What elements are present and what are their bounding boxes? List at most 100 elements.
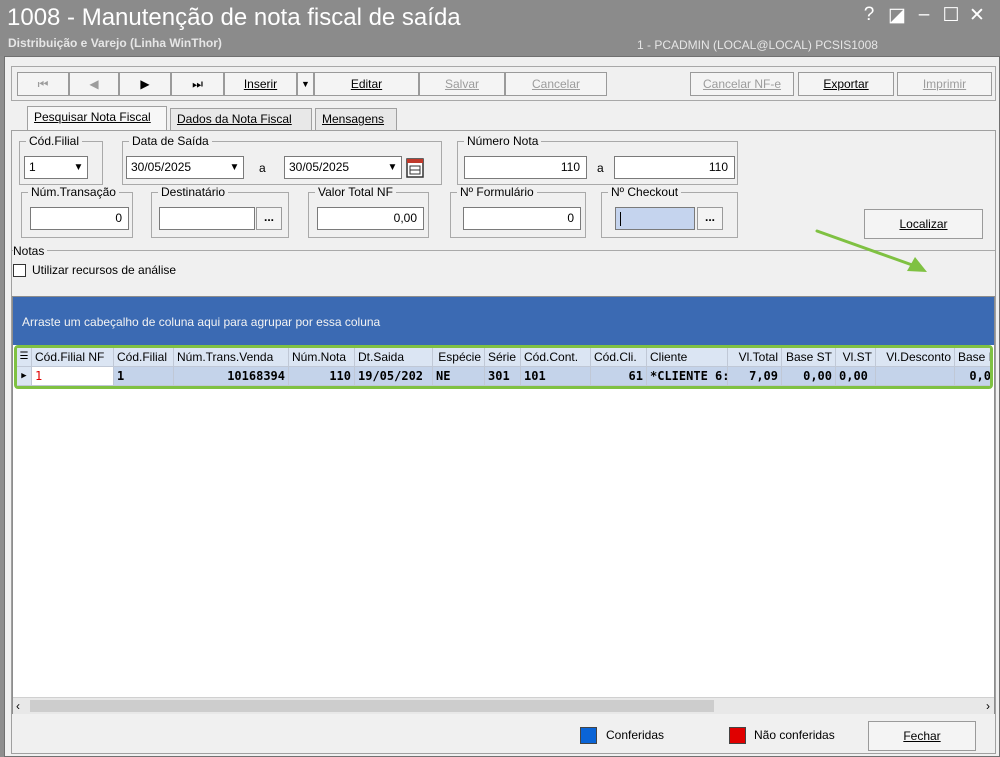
exportar-label: Exportar	[823, 77, 869, 91]
restore-icon[interactable]: ◪	[886, 4, 908, 27]
horizontal-scrollbar[interactable]: ‹ ›	[13, 697, 994, 714]
grid-cell[interactable]: 0,00	[836, 367, 876, 386]
table-row[interactable]: ▶ 1 1 10168394 110 19/05/202 NE 301 101 …	[17, 367, 990, 386]
column-header[interactable]: Vl.Desconto	[876, 348, 955, 367]
column-header[interactable]: Cliente	[647, 348, 728, 367]
num-transacao-label: Núm.Transação	[31, 185, 116, 199]
grid-menu-icon[interactable]: ☰	[17, 348, 32, 367]
title-bar: 1008 - Manutenção de nota fiscal de saíd…	[0, 0, 1000, 56]
editar-button[interactable]: Editar	[314, 72, 419, 96]
grid-cell[interactable]: 10168394	[174, 367, 289, 386]
cod-filial-label: Cód.Filial	[29, 134, 80, 148]
tab-pesquisar-nota-fiscal[interactable]: Pesquisar Nota Fiscal	[27, 106, 167, 131]
conferidas-swatch	[580, 727, 597, 744]
grid-cell[interactable]: 1	[114, 367, 174, 386]
text-cursor	[620, 211, 621, 226]
annotation-arrow-icon	[815, 229, 927, 272]
close-icon[interactable]: ✕	[966, 4, 988, 27]
numero-nota-separator: a	[597, 161, 604, 175]
checkout-label: Nº Checkout	[611, 185, 679, 199]
data-saida-from-value: 30/05/2025	[131, 160, 192, 174]
num-transacao-input[interactable]: 0	[30, 207, 129, 230]
column-header[interactable]: Vl.Total	[728, 348, 782, 367]
scroll-right-icon[interactable]: ›	[986, 698, 990, 714]
tab-dados-da-nota-fiscal[interactable]: Dados da Nota Fiscal	[170, 108, 312, 130]
notas-label: Notas	[13, 244, 48, 258]
prev-record-button[interactable]: ◀	[69, 72, 119, 96]
formulario-label: Nº Formulário	[460, 185, 534, 199]
data-saida-from-input[interactable]: 30/05/2025 ▼	[126, 156, 244, 179]
column-header[interactable]: Espécie	[433, 348, 485, 367]
imprimir-button[interactable]: Imprimir	[897, 72, 992, 96]
column-header[interactable]: Cód.Cont.	[521, 348, 591, 367]
inserir-dropdown-button[interactable]: ▼	[297, 72, 314, 96]
tab-label: Mensagens	[322, 112, 385, 126]
exportar-button[interactable]: Exportar	[798, 72, 894, 96]
salvar-button[interactable]: Salvar	[419, 72, 505, 96]
help-icon[interactable]: ?	[858, 4, 880, 26]
analise-checkbox[interactable]	[13, 264, 26, 277]
valor-total-input[interactable]: 0,00	[317, 207, 424, 230]
first-record-button[interactable]: ⏮	[17, 72, 69, 96]
formulario-input[interactable]: 0	[463, 207, 581, 230]
grid-cell[interactable]: *CLIENTE 6:	[647, 367, 728, 386]
column-header[interactable]: Cód.Cli.	[591, 348, 647, 367]
column-header[interactable]: Vl.ST	[836, 348, 876, 367]
grid-cell[interactable]: 101	[521, 367, 591, 386]
column-header[interactable]: Base ST	[782, 348, 836, 367]
last-icon: ⏭	[192, 77, 203, 91]
numero-nota-to-input[interactable]: 110	[614, 156, 735, 179]
column-header[interactable]: Cód.Filial NF	[32, 348, 114, 367]
scrollbar-thumb[interactable]	[30, 700, 714, 712]
destinatario-search-button[interactable]: ...	[256, 207, 282, 230]
grid-cell[interactable]: 301	[485, 367, 521, 386]
grid-cell[interactable]: 19/05/202	[355, 367, 433, 386]
ellipsis-icon: ...	[263, 210, 274, 224]
destinatario-input[interactable]	[159, 207, 255, 230]
column-header[interactable]: Dt.Saida	[355, 348, 433, 367]
cod-filial-value: 1	[29, 160, 36, 174]
column-header[interactable]: Núm.Trans.Venda	[174, 348, 289, 367]
last-record-button[interactable]: ⏭	[171, 72, 224, 96]
column-header[interactable]: Núm.Nota	[289, 348, 355, 367]
salvar-label: Salvar	[444, 77, 479, 91]
analise-label: Utilizar recursos de análise	[32, 263, 177, 277]
grid-cell[interactable]	[876, 367, 955, 386]
tab-mensagens[interactable]: Mensagens	[315, 108, 397, 130]
maximize-icon[interactable]: ☐	[940, 4, 962, 27]
cod-filial-select[interactable]: 1 ▼	[24, 156, 88, 179]
grid-cell[interactable]: 0,0	[955, 367, 990, 386]
checkout-search-button[interactable]: ...	[697, 207, 723, 230]
fechar-button[interactable]: Fechar	[868, 721, 976, 751]
grid-cell[interactable]: 61	[591, 367, 647, 386]
inserir-label: Inserir	[243, 77, 278, 91]
column-header[interactable]: Base I	[955, 348, 990, 367]
first-icon: ⏮	[37, 77, 49, 91]
numero-nota-from-input[interactable]: 110	[464, 156, 587, 179]
tab-label: Dados da Nota Fiscal	[177, 112, 292, 126]
minimize-icon[interactable]: –	[913, 4, 935, 26]
data-saida-to-input[interactable]: 30/05/2025 ▼	[284, 156, 402, 179]
next-icon: ▶	[140, 77, 150, 91]
grid-cell[interactable]: 7,09	[728, 367, 782, 386]
calendar-icon[interactable]	[405, 156, 425, 179]
valor-total-label: Valor Total NF	[318, 185, 393, 199]
toolbar: ⏮ ◀ ▶ ⏭ Inserir ▼ Editar Salvar Cancelar…	[11, 66, 996, 101]
grid-cell[interactable]: 0,00	[782, 367, 836, 386]
formulario-value: 0	[567, 211, 574, 225]
cancelar-nfe-button[interactable]: Cancelar NF-e	[690, 72, 794, 96]
notas-grid[interactable]: ☰ Cód.Filial NF Cód.Filial Núm.Trans.Ven…	[14, 345, 993, 389]
column-header[interactable]: Cód.Filial	[114, 348, 174, 367]
next-record-button[interactable]: ▶	[119, 72, 171, 96]
grid-cell[interactable]: NE	[433, 367, 485, 386]
cancelar-button[interactable]: Cancelar	[505, 72, 607, 96]
grid-cell[interactable]: 1	[32, 367, 114, 386]
group-by-panel[interactable]: Arraste um cabeçalho de coluna aqui para…	[13, 297, 994, 345]
inserir-button[interactable]: Inserir	[224, 72, 297, 96]
numero-nota-to-value: 110	[708, 160, 728, 174]
scroll-left-icon[interactable]: ‹	[16, 698, 20, 714]
data-saida-separator: a	[259, 161, 266, 175]
checkout-input[interactable]	[615, 207, 695, 230]
grid-cell[interactable]: 110	[289, 367, 355, 386]
column-header[interactable]: Série	[485, 348, 521, 367]
